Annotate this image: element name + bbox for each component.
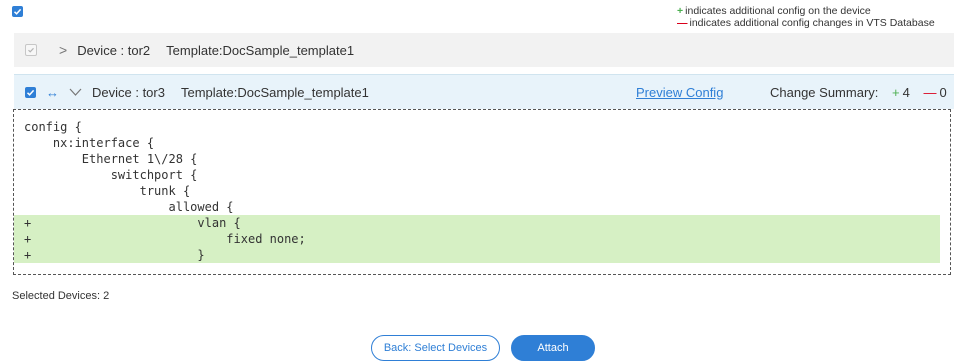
minus-icon: — [923, 84, 937, 100]
checkmark-icon [13, 8, 22, 15]
back-select-devices-button[interactable]: Back: Select Devices [371, 335, 500, 361]
config-line: allowed { [14, 199, 950, 215]
legend-added: + indicates additional config on the devi… [677, 5, 935, 17]
config-line-added: + vlan { [14, 215, 940, 231]
device-name: Device : tor3 [92, 84, 165, 100]
plus-icon: + [892, 84, 900, 100]
diff-mark: + [24, 216, 32, 230]
checkmark-icon [28, 47, 34, 53]
config-line-text: vlan { [24, 216, 241, 230]
config-line-text: fixed none; [24, 232, 306, 246]
config-line-text: allowed { [24, 200, 234, 214]
plus-icon: + [677, 5, 684, 17]
config-line-added: + } [14, 247, 940, 263]
config-line: config { [14, 119, 950, 135]
selected-devices-count: Selected Devices: 2 [12, 290, 110, 302]
config-line-text: Ethernet 1\/28 { [24, 152, 198, 166]
config-line: trunk { [14, 183, 950, 199]
attach-button[interactable]: Attach [511, 335, 595, 361]
config-line-text: config { [24, 120, 82, 134]
config-line-text: switchport { [24, 168, 198, 182]
removed-count: 0 [939, 84, 947, 100]
device-row-tor2[interactable]: > Device : tor2 Template:DocSample_templ… [14, 33, 954, 67]
select-all-checkbox[interactable] [12, 6, 23, 17]
device-checkbox[interactable] [25, 86, 36, 98]
legend-removed-text: indicates additional config changes in V… [689, 17, 935, 29]
config-line-text: } [24, 248, 205, 262]
change-summary: Change Summary: +4 —0 [770, 85, 947, 100]
config-line: Ethernet 1\/28 { [14, 151, 950, 167]
device-template: Template:DocSample_template1 [166, 42, 355, 58]
config-line-added: + fixed none; [14, 231, 940, 247]
config-line-text: trunk { [24, 184, 191, 198]
legend-added-text: indicates additional config on the devic… [685, 5, 871, 17]
legend-removed: — indicates additional config changes in … [677, 17, 935, 29]
change-summary-label: Change Summary: [770, 84, 879, 100]
device-name: Device : tor2 [77, 42, 151, 58]
diff-mark: + [24, 232, 32, 246]
diff-legend: + indicates additional config on the devi… [677, 5, 935, 29]
preview-config-link[interactable]: Preview Config [636, 85, 723, 100]
config-preview-box[interactable]: config { nx:interface { Ethernet 1\/28 {… [13, 109, 951, 275]
config-line: switchport { [14, 167, 950, 183]
checkmark-icon [26, 89, 35, 96]
added-count: 4 [902, 84, 910, 100]
config-line-text: nx:interface { [24, 136, 155, 150]
minus-icon: — [677, 17, 688, 29]
device-row-tor3[interactable]: ↔ Device : tor3 Template:DocSample_templ… [14, 74, 954, 109]
device-checkbox-disabled [25, 44, 37, 56]
swap-arrows-icon: ↔ [46, 84, 59, 100]
config-line: nx:interface { [14, 135, 950, 151]
device-template: Template:DocSample_template1 [180, 84, 369, 100]
chevron-down-icon[interactable] [69, 88, 82, 96]
diff-mark: + [24, 248, 32, 262]
chevron-right-icon[interactable]: > [59, 42, 67, 58]
